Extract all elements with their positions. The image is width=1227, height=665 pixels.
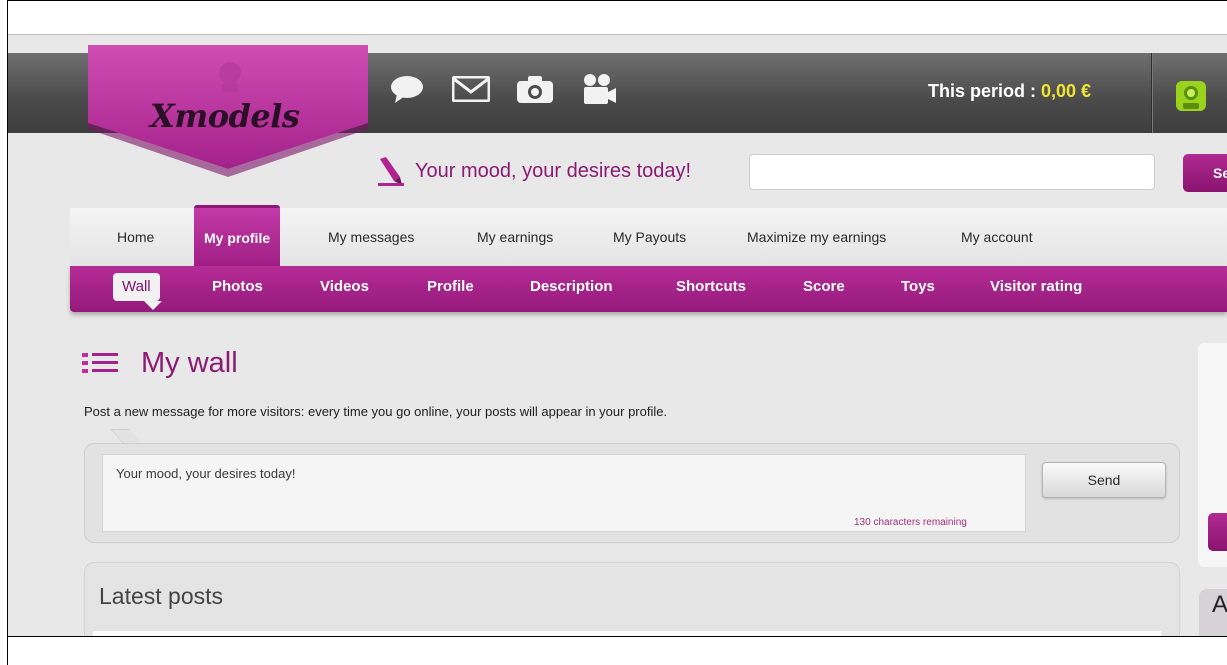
right-sidebar-button[interactable]	[1208, 513, 1227, 551]
mood-submit-button[interactable]: Se	[1183, 154, 1227, 192]
window-border-bottom	[7, 636, 1227, 637]
send-button[interactable]: Send	[1042, 462, 1166, 498]
latest-posts-title: Latest posts	[99, 583, 224, 609]
subnav-item-score[interactable]: Score	[803, 266, 845, 308]
period-amount: 0,00 €	[1041, 81, 1092, 101]
nav-item-my-messages[interactable]: My messages	[328, 208, 414, 266]
main-navigation: Home My profile My messages My earnings …	[70, 205, 1227, 266]
user-avatar-icon[interactable]	[1174, 79, 1208, 118]
nav-item-my-account[interactable]: My account	[961, 208, 1033, 266]
nav-item-my-profile[interactable]: My profile	[194, 205, 281, 266]
browser-viewport: Xmodels This period : 0,00 € Your mood, …	[8, 34, 1227, 637]
top-bar-divider	[1151, 53, 1152, 133]
active-tab-pointer	[144, 301, 162, 310]
logo-text: Xmodels	[150, 97, 300, 135]
subnav-item-wall[interactable]: Wall	[113, 273, 160, 301]
latest-posts-panel	[84, 562, 1180, 637]
subnav-item-visitor-rating[interactable]: Visitor rating	[990, 266, 1082, 308]
period-earnings: This period : 0,00 €	[928, 81, 1091, 102]
list-icon	[82, 352, 122, 379]
nav-item-my-payouts[interactable]: My Payouts	[613, 208, 686, 266]
nav-item-my-earnings[interactable]: My earnings	[477, 208, 553, 266]
mood-label: Your mood, your desires today!	[415, 160, 692, 182]
pencil-icon	[376, 157, 406, 192]
period-label: This period :	[928, 81, 1042, 101]
right-sidebar-heading: A	[1212, 591, 1227, 618]
nav-item-maximize-earnings[interactable]: Maximize my earnings	[747, 208, 886, 266]
window-border-top	[7, 0, 1227, 1]
sub-navigation: Wall Photos Videos Profile Description S…	[70, 266, 1227, 312]
camera-icon[interactable]	[516, 72, 554, 106]
subnav-item-description[interactable]: Description	[530, 266, 613, 308]
subnav-item-toys[interactable]: Toys	[901, 266, 935, 308]
video-camera-icon[interactable]	[580, 72, 618, 106]
character-counter: 130 characters remaining	[854, 517, 967, 528]
post-textarea-placeholder: Your mood, your desires today!	[116, 466, 296, 481]
mood-input[interactable]	[749, 154, 1155, 190]
page-title: My wall	[141, 347, 238, 379]
subnav-item-profile[interactable]: Profile	[427, 266, 474, 308]
site-logo[interactable]: Xmodels	[88, 45, 368, 179]
chat-icon[interactable]	[388, 72, 426, 106]
nav-item-home[interactable]: Home	[117, 208, 154, 266]
subnav-item-photos[interactable]: Photos	[212, 266, 263, 308]
wall-description: Post a new message for more visitors: ev…	[84, 404, 668, 419]
subnav-item-shortcuts[interactable]: Shortcuts	[676, 266, 746, 308]
top-icon-group	[388, 71, 618, 107]
mail-icon[interactable]	[452, 72, 490, 106]
subnav-item-videos[interactable]: Videos	[320, 266, 369, 308]
